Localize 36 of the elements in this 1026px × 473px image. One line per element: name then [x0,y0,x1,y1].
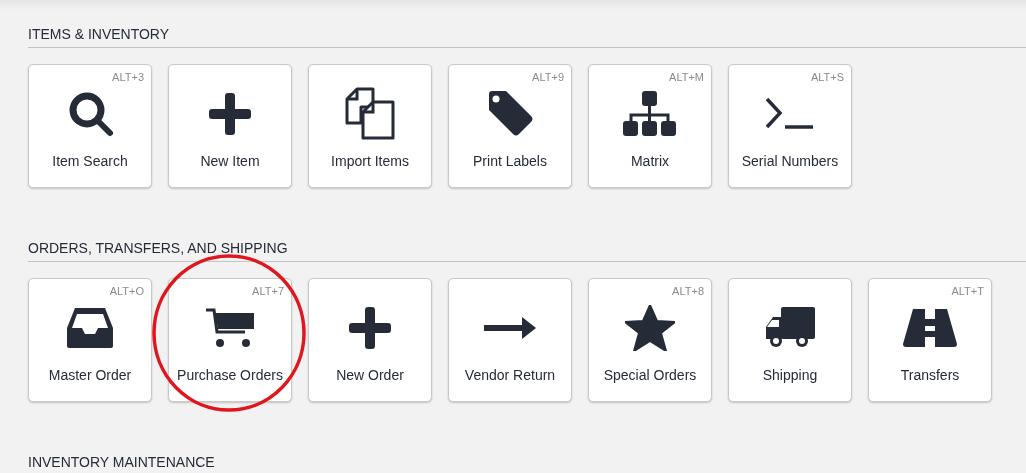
menu-tile[interactable]: ALT+7 Purchase Orders [168,278,292,402]
arrow-icon [484,317,536,339]
shortcut-label: ALT+M [669,71,704,83]
shortcut-label: ALT+T [951,285,984,297]
menu-tile[interactable]: ALT+M Matrix [588,64,712,188]
terminal-icon [765,97,815,131]
truck-icon [764,307,816,349]
menu-tile[interactable]: Vendor Return [448,278,572,402]
menu-tile[interactable]: New Order [308,278,432,402]
section-heading: INVENTORY MAINTENANCE [28,454,1026,473]
menu-tile[interactable]: New Item [168,64,292,188]
menu-tile[interactable]: ALT+3 Item Search [28,64,152,188]
section-heading: ORDERS, TRANSFERS, AND SHIPPING [28,240,1026,262]
hierarchy-icon [623,91,677,137]
shortcut-label: ALT+8 [672,285,704,297]
star-icon [625,305,675,351]
documents-icon [343,87,397,141]
menu-tile[interactable]: ALT+O Master Order [28,278,152,402]
menu-tile[interactable]: Shipping [728,278,852,402]
menu-tile[interactable]: Import Items [308,64,432,188]
inbox-icon [67,308,113,348]
road-icon [903,309,957,347]
menu-tile[interactable]: ALT+9 Print Labels [448,64,572,188]
menu-tile[interactable]: ALT+S Serial Numbers [728,64,852,188]
plus-icon [209,93,251,135]
shortcut-label: ALT+7 [252,285,284,297]
shortcut-label: ALT+3 [112,71,144,83]
plus-icon [349,307,391,349]
shortcut-label: ALT+9 [532,71,564,83]
cart-icon [206,307,254,349]
section-heading: ITEMS & INVENTORY [28,26,1026,48]
shortcut-label: ALT+S [810,71,844,83]
menu-tile[interactable]: ALT+8 Special Orders [588,278,712,402]
menu-tile[interactable]: ALT+T Transfers [868,278,992,402]
shortcut-label: ALT+O [109,285,144,297]
tag-icon [486,90,534,138]
